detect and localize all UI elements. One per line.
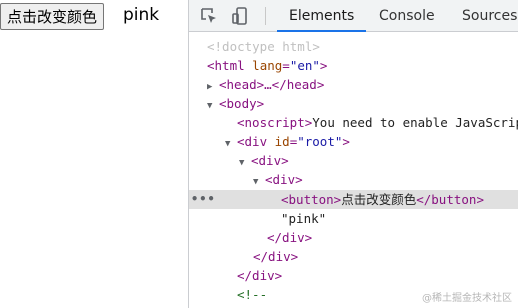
html-tag: <html xyxy=(207,58,245,73)
noscript-tag: <noscript> xyxy=(237,115,313,130)
div-close-tag: </div> xyxy=(237,268,283,283)
change-color-button[interactable]: 点击改变颜色 xyxy=(0,3,105,30)
noscript-text: You need to enable JavaScript xyxy=(312,115,518,130)
button-text: 点击改变颜色 xyxy=(341,192,417,207)
tag-close-bracket: > xyxy=(319,58,328,73)
dom-node-div[interactable]: ▼ <div> xyxy=(189,151,518,170)
div-close-tag: </div> xyxy=(253,249,299,264)
inspect-element-icon[interactable] xyxy=(199,6,219,26)
dom-node-button-selected[interactable]: ••• <button>点击改变颜色</button> xyxy=(189,190,518,209)
equals-sign: = xyxy=(282,58,290,73)
dom-node-doctype[interactable]: <!doctype html> xyxy=(189,37,518,56)
watermark: @稀土掘金技术社区 xyxy=(422,293,512,304)
div-attr-value: "root" xyxy=(297,134,343,149)
tab-sources[interactable]: Sources xyxy=(462,0,517,31)
div-close-tag: </div> xyxy=(267,230,313,245)
comment-text: <!-- xyxy=(237,287,268,302)
dom-node-body[interactable]: ▼ <body> xyxy=(189,94,518,113)
div-tag: <div> xyxy=(265,172,303,187)
dom-node-html[interactable]: <html lang="en"> xyxy=(189,56,518,75)
html-attr-name: lang xyxy=(252,58,283,73)
devtools-panel: Elements Console Sources <!doctype html>… xyxy=(188,0,518,308)
div-tag: <div> xyxy=(251,153,289,168)
more-options-icon[interactable]: ••• xyxy=(191,190,216,209)
devtools-toolbar: Elements Console Sources xyxy=(189,0,518,32)
tab-console[interactable]: Console xyxy=(379,0,435,31)
button-tag-open: <button> xyxy=(281,192,342,207)
tab-elements[interactable]: Elements xyxy=(276,0,367,32)
dom-node-div-root[interactable]: ▼ <div id="root"> xyxy=(189,132,518,151)
body-tag: <body> xyxy=(219,96,265,111)
dom-node-head[interactable]: ▶ <head>…</head> xyxy=(189,75,518,94)
dom-node-div[interactable]: ▼ <div> xyxy=(189,170,518,189)
toolbar-separator xyxy=(265,7,266,25)
color-text: pink xyxy=(123,5,160,25)
dom-node-text[interactable]: "pink" xyxy=(189,209,518,228)
html-attr-value: "en" xyxy=(289,58,320,73)
text-node: "pink" xyxy=(281,211,327,226)
div-tag: <div xyxy=(237,134,268,149)
dom-node-noscript[interactable]: <noscript>You need to enable JavaScript xyxy=(189,113,518,132)
dom-node-div-close[interactable]: </div> xyxy=(189,266,518,285)
head-tag: <head>…</head> xyxy=(219,77,325,92)
tag-close-bracket: > xyxy=(342,134,350,149)
doctype-text: <!doctype html> xyxy=(207,39,320,54)
dom-node-div-close[interactable]: </div> xyxy=(189,247,518,266)
device-toolbar-icon[interactable] xyxy=(231,6,251,26)
div-attr-name: id xyxy=(274,134,290,149)
dom-node-div-close[interactable]: </div> xyxy=(189,228,518,247)
button-tag-close: </button> xyxy=(416,192,484,207)
app-viewport: 点击改变颜色 pink xyxy=(0,0,188,308)
